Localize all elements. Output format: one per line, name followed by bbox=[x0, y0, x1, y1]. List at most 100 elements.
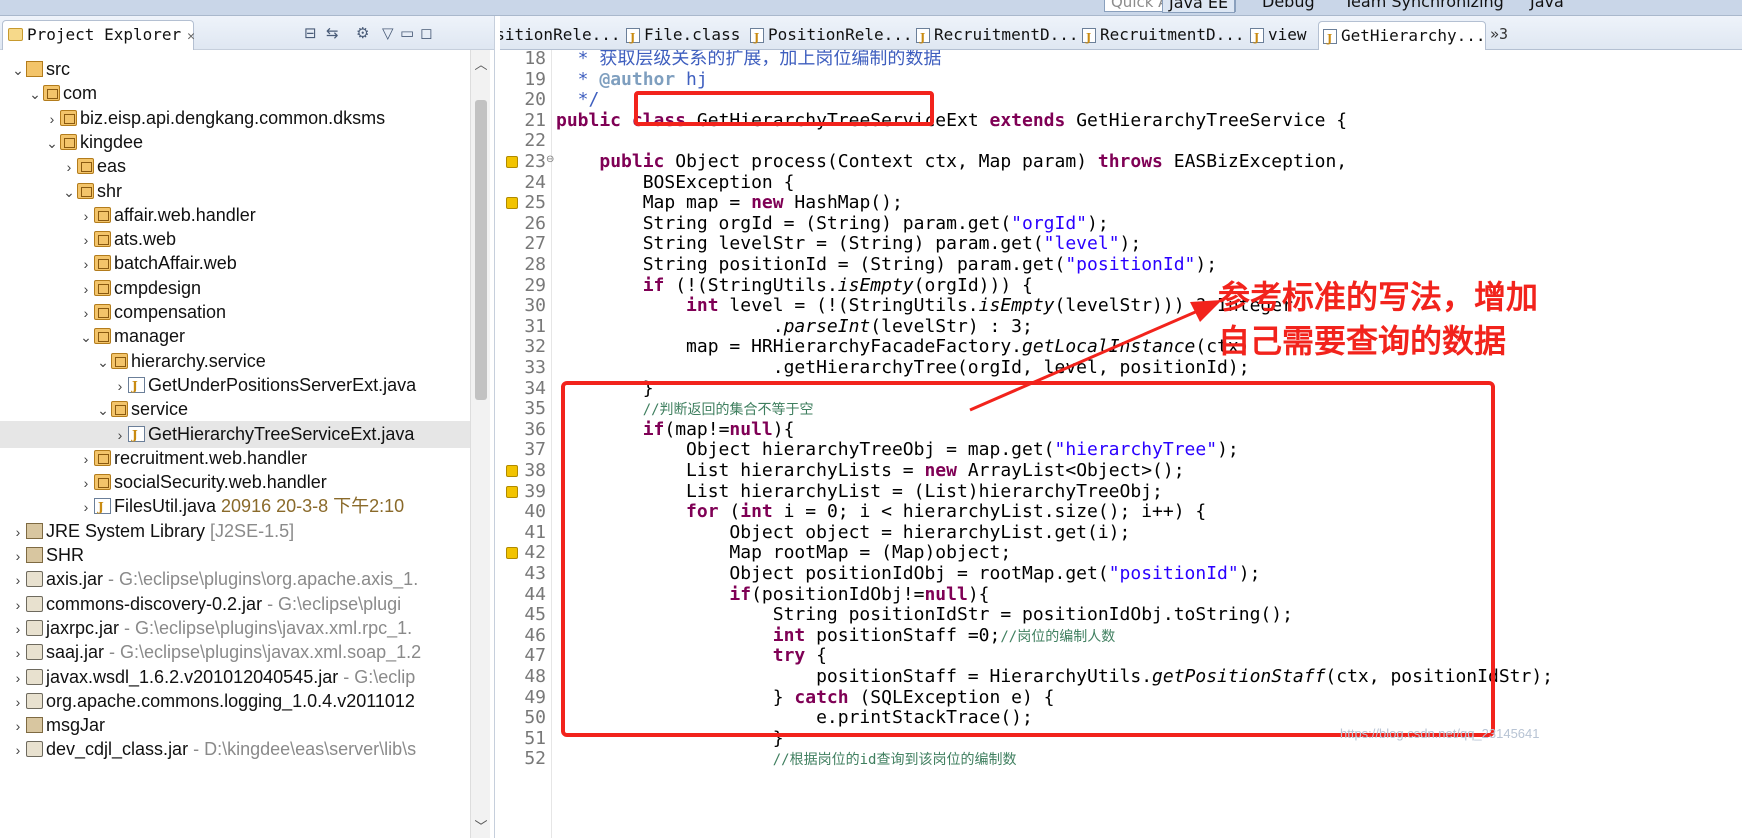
chevron-right-icon[interactable]: › bbox=[10, 737, 26, 764]
project-explorer-tab[interactable]: Project Explorer ✕ bbox=[2, 20, 195, 50]
code-line: if (!(StringUtils.isEmpty(orgId))) { bbox=[642, 274, 1033, 296]
fold-icon[interactable]: ⊖ bbox=[546, 154, 554, 165]
scroll-down-icon[interactable]: ﹀ bbox=[473, 816, 489, 835]
tree-item[interactable]: ⌄ kingdee bbox=[0, 129, 470, 156]
source-folder-icon bbox=[26, 61, 43, 77]
tree-item[interactable]: › saaj.jar - G:\eclipse\plugins\javax.xml… bbox=[0, 639, 470, 666]
line-number: 46 bbox=[524, 624, 546, 646]
tree-item-label: commons-discovery-0.2.jar bbox=[46, 593, 263, 614]
minimize-icon[interactable]: ▭ bbox=[400, 25, 414, 41]
java-file-icon bbox=[1082, 24, 1096, 50]
perspective-debug[interactable]: Debug bbox=[1262, 0, 1315, 13]
editor-tab-3[interactable]: PositionRele... bbox=[746, 21, 910, 50]
tree-item[interactable]: › compensation bbox=[0, 299, 470, 326]
tree-item[interactable]: › ats.web bbox=[0, 226, 470, 253]
tree-item[interactable]: › eas bbox=[0, 153, 470, 180]
jar-icon bbox=[26, 644, 43, 661]
tree-item[interactable]: › commons-discovery-0.2.jar - G:\eclipse\… bbox=[0, 591, 470, 618]
package-icon bbox=[43, 85, 60, 102]
warning-marker-icon[interactable] bbox=[506, 197, 518, 210]
line-number: 35 bbox=[524, 398, 546, 420]
link-with-editor-icon[interactable]: ⇆ bbox=[326, 25, 339, 41]
tree-item[interactable]: ⌄ src bbox=[0, 56, 470, 83]
close-icon[interactable]: ✕ bbox=[187, 29, 195, 44]
code-line: String orgId = (String) param.get("orgId… bbox=[556, 212, 1109, 234]
tree-item[interactable]: › dev_cdjl_class.jar - D:\kingdee\eas\ser… bbox=[0, 736, 470, 763]
package-icon bbox=[60, 109, 77, 126]
collapse-all-icon[interactable]: ⊟ bbox=[304, 25, 317, 41]
file-icon bbox=[1250, 24, 1264, 50]
editor-tab-1[interactable]: positionRele... bbox=[500, 21, 640, 50]
code-line: BOSException { bbox=[556, 171, 795, 193]
line-number: 31 bbox=[524, 315, 546, 337]
tree-item[interactable]: ⌄ hierarchy.service bbox=[0, 348, 470, 375]
code-line: String positionId = (String) param.get("… bbox=[556, 254, 1218, 275]
project-tree: ⌄ src ⌄ com › biz.eisp.api.dengkang.common.dk… bbox=[0, 50, 470, 838]
editor-tab-2[interactable]: File.class bbox=[622, 21, 746, 50]
tree-item[interactable]: › recruitment.web.handler bbox=[0, 445, 470, 472]
line-number: 43 bbox=[524, 563, 546, 584]
tree-item-label: batchAffair.web bbox=[114, 253, 237, 274]
tree-item[interactable]: ⌄ manager bbox=[0, 323, 470, 350]
editor-tab-active[interactable]: GetHierarchy...✕ bbox=[1318, 21, 1486, 50]
tree-item[interactable]: ⌄ com bbox=[0, 80, 470, 107]
more-tabs-button[interactable]: »3 bbox=[1490, 25, 1508, 43]
explorer-scrollbar[interactable]: ︿ ﹀ bbox=[470, 50, 490, 838]
code-line: map = HRHierarchyFacadeFactory.getLocalI… bbox=[556, 336, 1250, 358]
tree-item-decoration: - G:\eclipse\plugins\javax.xml.soap_1.2 bbox=[104, 642, 422, 663]
package-icon bbox=[60, 133, 77, 150]
tree-item[interactable]: ›FilesUtil.java 20916 20-3-8 下午2:10 bbox=[0, 493, 470, 521]
tree-item[interactable]: › msgJar bbox=[0, 712, 470, 739]
warning-marker-icon[interactable] bbox=[506, 485, 518, 498]
perspective-java[interactable]: Java bbox=[1530, 0, 1564, 13]
scrollbar-thumb[interactable] bbox=[475, 100, 487, 400]
tree-item-decoration: [J2SE-1.5] bbox=[205, 520, 295, 541]
code-line: .getHierarchyTree(orgId, level, position… bbox=[556, 357, 1250, 378]
editor-tab-5[interactable]: RecruitmentD... bbox=[1078, 21, 1244, 50]
tree-item[interactable]: › SHR bbox=[0, 542, 470, 569]
tree-item[interactable]: ›GetUnderPositionsServerExt.java bbox=[0, 372, 470, 400]
jar-icon bbox=[26, 571, 43, 588]
tree-item-decoration: - D:\kingdee\eas\server\lib\s bbox=[188, 739, 417, 760]
tree-item[interactable]: ›GetHierarchyTreeServiceExt.java bbox=[0, 420, 470, 449]
line-number: 44 bbox=[524, 583, 546, 605]
perspective-team-sync[interactable]: Team Synchronizing bbox=[1344, 0, 1504, 13]
highlight-class-name-box bbox=[634, 91, 934, 126]
line-number: 29 bbox=[524, 274, 546, 296]
tree-item[interactable]: › jaxrpc.jar - G:\eclipse\plugins\javax.x… bbox=[0, 615, 470, 642]
tree-item-label: src bbox=[46, 59, 70, 79]
annotation-note-line2: 自己需要查询的数据 bbox=[1218, 322, 1507, 360]
warning-marker-icon[interactable] bbox=[506, 547, 518, 560]
tree-item-label: axis.jar bbox=[46, 569, 104, 590]
tree-item-label: com bbox=[63, 83, 98, 104]
perspective-java-ee[interactable]: Java EE bbox=[1162, 0, 1236, 13]
tree-item-label: msgJar bbox=[46, 715, 106, 736]
warning-marker-icon[interactable] bbox=[506, 465, 518, 477]
editor-tab-4[interactable]: RecruitmentD... bbox=[912, 21, 1078, 50]
tree-item[interactable]: › batchAffair.web bbox=[0, 250, 470, 277]
tree-item[interactable]: › biz.eisp.api.dengkang.common.dksms bbox=[0, 105, 470, 132]
line-number: 34 bbox=[524, 377, 546, 399]
warning-marker-icon[interactable] bbox=[506, 156, 518, 168]
code-line: */ bbox=[556, 89, 600, 111]
jar-icon bbox=[26, 595, 43, 612]
view-menu-icon[interactable]: ▽ bbox=[382, 25, 394, 41]
tree-item[interactable]: › org.apache.commons.logging_1.0.4.v20110… bbox=[0, 688, 470, 715]
tree-item[interactable]: › cmpdesign bbox=[0, 275, 470, 302]
tree-item[interactable]: › axis.jar - G:\eclipse\plugins\org.apach… bbox=[0, 566, 470, 593]
tree-item-label: service bbox=[131, 399, 189, 420]
package-icon bbox=[94, 328, 111, 345]
tree-item[interactable]: › affair.web.handler bbox=[0, 202, 470, 229]
tree-item-label: saaj.jar bbox=[46, 642, 105, 663]
editor-tab-6[interactable]: view bbox=[1246, 21, 1316, 50]
code-line: * @author hj bbox=[556, 68, 708, 90]
filter-icon[interactable]: ⚙ bbox=[356, 25, 369, 41]
tree-item[interactable]: › socialSecurity.web.handler bbox=[0, 469, 470, 496]
scroll-up-icon[interactable]: ︿ bbox=[473, 54, 489, 73]
tree-item[interactable]: › javax.wsdl_1.6.2.v201012040545.jar - G:… bbox=[0, 664, 470, 691]
tree-item[interactable]: › JRE System Library [J2SE-1.5] bbox=[0, 518, 470, 545]
tree-item[interactable]: ⌄ shr bbox=[0, 178, 470, 205]
highlight-added-code-box bbox=[561, 381, 1495, 737]
maximize-icon[interactable]: ◻ bbox=[420, 25, 432, 41]
tree-item[interactable]: ⌄ service bbox=[0, 396, 470, 423]
